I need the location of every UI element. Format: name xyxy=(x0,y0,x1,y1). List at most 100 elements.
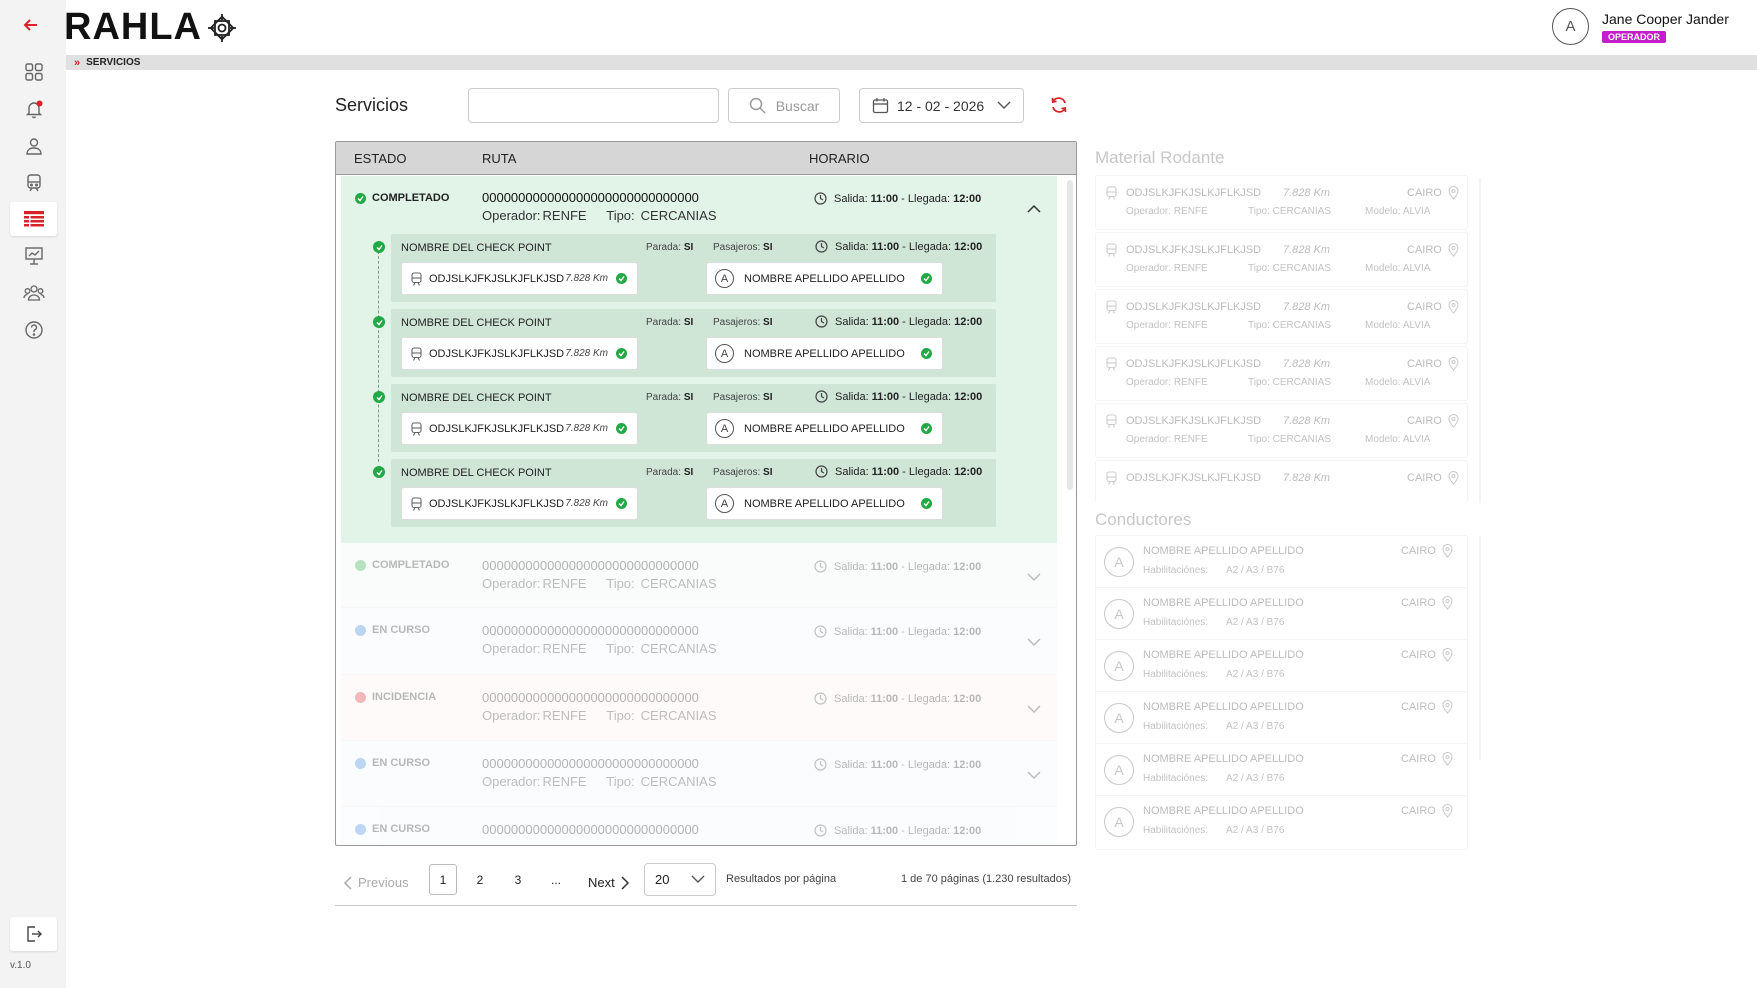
checkpoint-name: NOMBRE DEL CHECK POINT xyxy=(401,392,552,404)
train-chip[interactable]: ODJSLKJFKJSLKJFLKJSD 7.828 Km xyxy=(401,262,638,295)
driver-card[interactable]: A NOMBRE APELLIDO APELLIDO Habilitacióne… xyxy=(1095,743,1468,798)
driver-chip[interactable]: A NOMBRE APELLIDO APELLIDO xyxy=(706,487,943,520)
checkpoint-parada: Parada: SI xyxy=(646,467,694,478)
search-input[interactable] xyxy=(468,88,719,123)
avatar: A xyxy=(1104,547,1134,577)
check-circle-icon xyxy=(616,423,627,434)
route-meta: Operador: RENFE Tipo: CERCANIAS xyxy=(482,708,717,723)
checkpoint-pasajeros: Pasajeros: SI xyxy=(713,242,773,253)
status-dot-icon xyxy=(355,757,366,769)
location-pin-icon xyxy=(1442,544,1453,558)
user-icon[interactable] xyxy=(10,129,57,163)
material-card[interactable]: ODJSLKJFKJSLKJFLKJSD 7.828 Km CAIRO Oper… xyxy=(1095,232,1468,287)
team-icon[interactable] xyxy=(10,276,57,310)
app-version: v.1.0 xyxy=(10,960,31,971)
table-row[interactable]: EN CURSO 000000000000000000000000000000 … xyxy=(341,807,1057,845)
back-arrow-icon[interactable] xyxy=(22,16,40,34)
header-ruta[interactable]: RUTA xyxy=(482,151,516,166)
driver-chip[interactable]: A NOMBRE APELLIDO APELLIDO xyxy=(706,337,943,370)
page-2-button[interactable]: 2 xyxy=(466,864,494,895)
clock-icon xyxy=(815,390,828,403)
notifications-icon[interactable] xyxy=(10,92,57,126)
checkpoint-card[interactable]: NOMBRE DEL CHECK POINT Parada: SI Pasaje… xyxy=(391,384,996,452)
material-title: Material Rodante xyxy=(1095,148,1225,167)
driver-card[interactable]: A NOMBRE APELLIDO APELLIDO Habilitacióne… xyxy=(1095,535,1468,590)
table-row[interactable]: COMPLETADO 00000000000000000000000000000… xyxy=(341,543,1057,608)
clock-icon xyxy=(814,692,827,705)
material-card[interactable]: ODJSLKJFKJSLKJFLKJSD 7.828 Km CAIRO Oper… xyxy=(1095,289,1468,344)
location-pin-icon xyxy=(1442,596,1453,610)
table-row[interactable]: EN CURSO 000000000000000000000000000000 … xyxy=(341,741,1057,807)
train-icon[interactable] xyxy=(10,166,57,200)
clock-icon xyxy=(814,192,827,205)
header-estado[interactable]: ESTADO xyxy=(354,151,407,166)
material-card[interactable]: ODJSLKJFKJSLKJFLKJSD 7.828 Km CAIRO Oper… xyxy=(1095,403,1468,458)
status-badge: COMPLETADO xyxy=(355,559,449,571)
date-value: 12 - 02 - 2026 xyxy=(897,97,985,114)
user-name: Jane Cooper Jander xyxy=(1602,11,1729,27)
location-pin-icon xyxy=(1448,414,1459,428)
material-scrollbar[interactable] xyxy=(1479,178,1481,503)
clock-icon xyxy=(815,315,828,328)
status-dot-icon xyxy=(355,823,366,835)
help-icon[interactable] xyxy=(10,313,57,347)
previous-button[interactable]: Previous xyxy=(343,875,409,890)
chevron-down-icon[interactable] xyxy=(1027,638,1041,647)
logout-icon[interactable] xyxy=(10,917,57,951)
material-card[interactable]: ODJSLKJFKJSLKJFLKJSD 7.828 Km CAIRO Oper… xyxy=(1095,346,1468,401)
check-circle-icon xyxy=(921,423,932,434)
driver-card[interactable]: A NOMBRE APELLIDO APELLIDO Habilitacióne… xyxy=(1095,691,1468,746)
chevron-down-icon[interactable] xyxy=(1027,705,1041,714)
checkpoint-card[interactable]: NOMBRE DEL CHECK POINT Parada: SI Pasaje… xyxy=(391,309,996,377)
route-code: 000000000000000000000000000000 xyxy=(482,756,699,771)
header-horario[interactable]: HORARIO xyxy=(809,151,870,166)
chevron-down-icon[interactable] xyxy=(1027,771,1041,780)
checkpoint-pasajeros: Pasajeros: SI xyxy=(713,392,773,403)
driver-card[interactable]: A NOMBRE APELLIDO APELLIDO Habilitacióne… xyxy=(1095,639,1468,694)
avatar: A xyxy=(1104,807,1134,837)
chevron-up-icon[interactable] xyxy=(1027,204,1041,213)
date-picker[interactable]: 12 - 02 - 2026 xyxy=(859,88,1024,123)
next-button[interactable]: Next xyxy=(588,875,630,890)
chevron-down-icon[interactable] xyxy=(1027,573,1041,582)
dashboard-icon[interactable] xyxy=(10,55,57,89)
table-scrollbar[interactable] xyxy=(1067,180,1073,490)
user-profile[interactable]: A Jane Cooper Jander OPERADOR xyxy=(1552,8,1729,45)
material-card[interactable]: ODJSLKJFKJSLKJFLKJSD 7.828 Km CAIRO xyxy=(1095,460,1468,503)
page-size-select[interactable]: 20 xyxy=(644,863,716,896)
driver-chip[interactable]: A NOMBRE APELLIDO APELLIDO xyxy=(706,262,943,295)
page-1-button[interactable]: 1 xyxy=(429,864,457,895)
location-pin-icon xyxy=(1442,752,1453,766)
table-row[interactable]: EN CURSO 000000000000000000000000000000 … xyxy=(341,608,1057,675)
breadcrumb-current[interactable]: SERVICIOS xyxy=(86,57,140,68)
route-meta: Operador: RENFE Tipo: CERCANIAS xyxy=(482,208,717,223)
driver-chip[interactable]: A NOMBRE APELLIDO APELLIDO xyxy=(706,412,943,445)
checkpoint-time: Salida: 11:00- Llegada: 12:00 xyxy=(815,465,985,478)
search-button[interactable]: Buscar xyxy=(728,88,840,123)
train-chip[interactable]: ODJSLKJFKJSLKJFLKJSD 7.828 Km xyxy=(401,487,638,520)
train-chip[interactable]: ODJSLKJFKJSLKJFLKJSD 7.828 Km xyxy=(401,412,638,445)
route-time: Salida: 11:00- Llegada: 12:00 xyxy=(814,625,984,638)
driver-card[interactable]: A NOMBRE APELLIDO APELLIDO Habilitacióne… xyxy=(1095,587,1468,642)
table-row[interactable]: COMPLETADO 00000000000000000000000000000… xyxy=(341,176,1057,543)
route-code: 000000000000000000000000000000 xyxy=(482,690,699,705)
clock-icon xyxy=(814,625,827,638)
checkpoint-card[interactable]: NOMBRE DEL CHECK POINT Parada: SI Pasaje… xyxy=(391,459,996,527)
refresh-icon[interactable] xyxy=(1050,96,1068,114)
page-3-button[interactable]: 3 xyxy=(504,864,532,895)
calendar-icon xyxy=(872,98,889,114)
conductores-scrollbar[interactable] xyxy=(1479,536,1481,761)
services-list-icon[interactable] xyxy=(10,202,57,236)
checkpoint-card[interactable]: NOMBRE DEL CHECK POINT Parada: SI Pasaje… xyxy=(391,234,996,302)
avatar[interactable]: A xyxy=(1552,8,1589,45)
train-icon xyxy=(1106,357,1117,371)
train-chip[interactable]: ODJSLKJFKJSLKJFLKJSD 7.828 Km xyxy=(401,337,638,370)
avatar: A xyxy=(715,344,734,363)
reports-icon[interactable] xyxy=(10,239,57,273)
train-icon xyxy=(1106,186,1117,200)
driver-card[interactable]: A NOMBRE APELLIDO APELLIDO Habilitacióne… xyxy=(1095,795,1468,850)
material-card[interactable]: ODJSLKJFKJSLKJFLKJSD 7.828 Km CAIRO Oper… xyxy=(1095,175,1468,230)
location-pin-icon xyxy=(1448,186,1459,200)
table-row[interactable]: INCIDENCIA 00000000000000000000000000000… xyxy=(341,675,1057,741)
status-dot-icon xyxy=(355,691,366,703)
